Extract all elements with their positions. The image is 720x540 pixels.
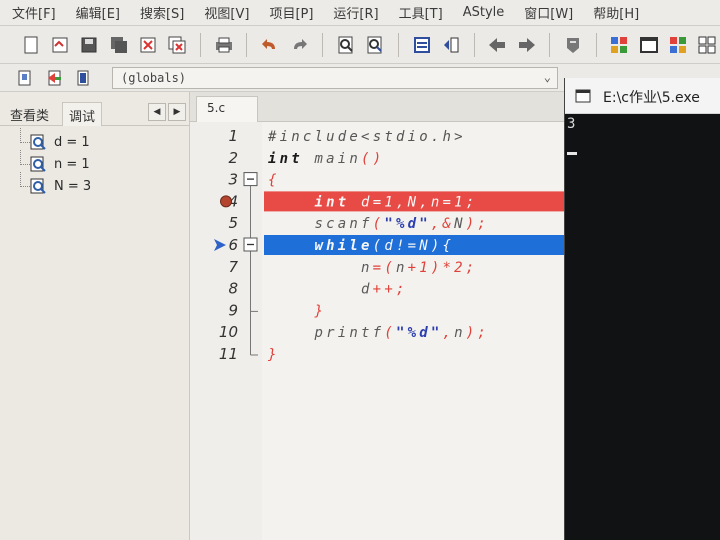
- close-file-icon[interactable]: [135, 32, 160, 58]
- console-titlebar[interactable]: E:\c作业\5.exe: [565, 78, 720, 114]
- watch-item[interactable]: N = 3: [0, 172, 190, 198]
- bookmark-icon[interactable]: [560, 32, 585, 58]
- left-panel-tabs: 查看类 调试 ◀ ▶: [0, 100, 190, 126]
- menu-item-0[interactable]: 文件[F]: [12, 3, 56, 22]
- save-icon[interactable]: [77, 32, 102, 58]
- unindent-icon[interactable]: [438, 32, 463, 58]
- tab-debug[interactable]: 调试: [62, 102, 103, 126]
- breakpoint-icon[interactable]: [220, 195, 232, 208]
- debug-panel: 查看类 调试 ◀ ▶ d = 1 n = 1 N = 3: [0, 92, 190, 540]
- scroll-left-icon[interactable]: ◀: [148, 103, 166, 121]
- menu-bar: 文件[F] 编辑[E] 搜索[S] 视图[V] 项目[P] 运行[R] 工具[T] AStyl…: [0, 0, 720, 26]
- tree-line: [20, 150, 30, 165]
- console-cursor: [567, 152, 577, 155]
- scroll-right-icon[interactable]: ▶: [168, 103, 186, 121]
- line-number: 8: [228, 280, 238, 298]
- code-line: scanf("%d",&N);: [268, 216, 489, 232]
- console-window-icon: [575, 88, 591, 104]
- current-line-arrow-icon: [214, 239, 226, 251]
- line-number: 9: [228, 301, 238, 319]
- code-line: int main(): [268, 151, 384, 167]
- print-icon[interactable]: [211, 32, 236, 58]
- menu-item-3[interactable]: 视图[V]: [204, 3, 249, 22]
- chevron-down-icon: ⌄: [543, 70, 551, 84]
- watch-value: d = 1: [54, 135, 90, 150]
- menu-item-1[interactable]: 编辑[E]: [76, 3, 120, 22]
- class-browser-icon[interactable]: [72, 67, 94, 89]
- insert-code-icon[interactable]: [14, 67, 36, 89]
- watch-value: N = 3: [54, 179, 92, 194]
- code-line: {: [268, 173, 280, 189]
- forward-icon[interactable]: [514, 32, 539, 58]
- menu-item-4[interactable]: 项目[P]: [269, 3, 313, 22]
- tree-line: [20, 172, 30, 187]
- main-toolbar: [0, 26, 720, 64]
- menu-item-9[interactable]: 帮助[H]: [593, 3, 639, 22]
- scope-select-value: (globals): [121, 71, 187, 85]
- indent-icon[interactable]: [409, 32, 434, 58]
- console-output: 3: [567, 116, 576, 132]
- menu-item-7[interactable]: AStyle: [463, 5, 505, 20]
- save-all-icon[interactable]: [106, 32, 131, 58]
- toolbar-separator: [322, 32, 324, 57]
- line-number: 5: [228, 214, 238, 232]
- console-title: E:\c作业\5.exe: [603, 90, 700, 106]
- scope-select[interactable]: (globals) ⌄: [112, 67, 558, 89]
- close-all-icon[interactable]: [165, 32, 190, 58]
- toolbar-separator: [595, 32, 597, 57]
- line-number: 2: [228, 149, 238, 167]
- toolbar-separator: [473, 32, 475, 57]
- menu-item-6[interactable]: 工具[T]: [399, 3, 443, 22]
- line-number: 1: [228, 127, 238, 145]
- line-number: 11: [219, 345, 238, 363]
- back-icon[interactable]: [485, 32, 510, 58]
- tree-line: [20, 128, 30, 143]
- watch-variable-icon: [30, 134, 47, 151]
- fold-toggle-icon[interactable]: [243, 237, 258, 252]
- tab-class-view[interactable]: 查看类: [4, 102, 55, 126]
- toolbar-separator: [200, 32, 202, 57]
- redo-icon[interactable]: [287, 32, 312, 58]
- watch-list: d = 1 n = 1 N = 3: [0, 128, 190, 198]
- code-line: }: [268, 303, 326, 319]
- undo-icon[interactable]: [257, 32, 282, 58]
- code-line: #include<stdio.h>: [267, 129, 466, 145]
- open-file-icon[interactable]: [47, 32, 72, 58]
- replace-icon[interactable]: [363, 32, 388, 58]
- toolbar-separator: [549, 32, 551, 57]
- rebuild-icon[interactable]: [695, 32, 720, 58]
- menu-item-5[interactable]: 运行[R]: [333, 3, 378, 22]
- editor-tab-bar: 5.c: [190, 92, 564, 122]
- compile-icon[interactable]: [607, 32, 632, 58]
- watch-variable-icon: [30, 178, 47, 195]
- code-line: int d=1,N,n=1;: [268, 194, 477, 210]
- new-file-icon[interactable]: [18, 32, 43, 58]
- code-line: d++;: [268, 282, 408, 298]
- tab-file[interactable]: 5.c: [196, 96, 258, 122]
- code-line: while(d!=N){: [268, 238, 454, 254]
- line-number: 6: [228, 236, 238, 254]
- goto-icon[interactable]: [44, 67, 66, 89]
- toolbar-separator: [397, 32, 399, 57]
- code-line: printf("%d",n);: [268, 325, 489, 341]
- code-line: }: [267, 347, 280, 363]
- watch-variable-icon: [30, 156, 47, 173]
- watch-value: n = 1: [54, 157, 90, 172]
- line-number: 7: [228, 258, 238, 276]
- compile-run-icon[interactable]: [665, 32, 690, 58]
- code-canvas: 1234567891011#include<stdio.h>int main()…: [214, 127, 564, 363]
- code-editor[interactable]: 1 2 3 4 5 6 7 8 9 10 11 #include<stdio.h> int main()…: [190, 122, 564, 540]
- fold-toggle-icon[interactable]: [243, 172, 258, 187]
- menu-item-2[interactable]: 搜索[S]: [140, 3, 184, 22]
- console-window[interactable]: E:\c作业\5.exe 3: [564, 78, 720, 540]
- line-number: 3: [228, 171, 238, 189]
- toolbar-separator: [246, 32, 248, 57]
- line-number: 10: [219, 323, 238, 341]
- run-icon[interactable]: [636, 32, 661, 58]
- find-icon[interactable]: [333, 32, 358, 58]
- menu-item-8[interactable]: 窗口[W]: [524, 3, 573, 22]
- code-line: n=(n+1)*2;: [268, 260, 477, 276]
